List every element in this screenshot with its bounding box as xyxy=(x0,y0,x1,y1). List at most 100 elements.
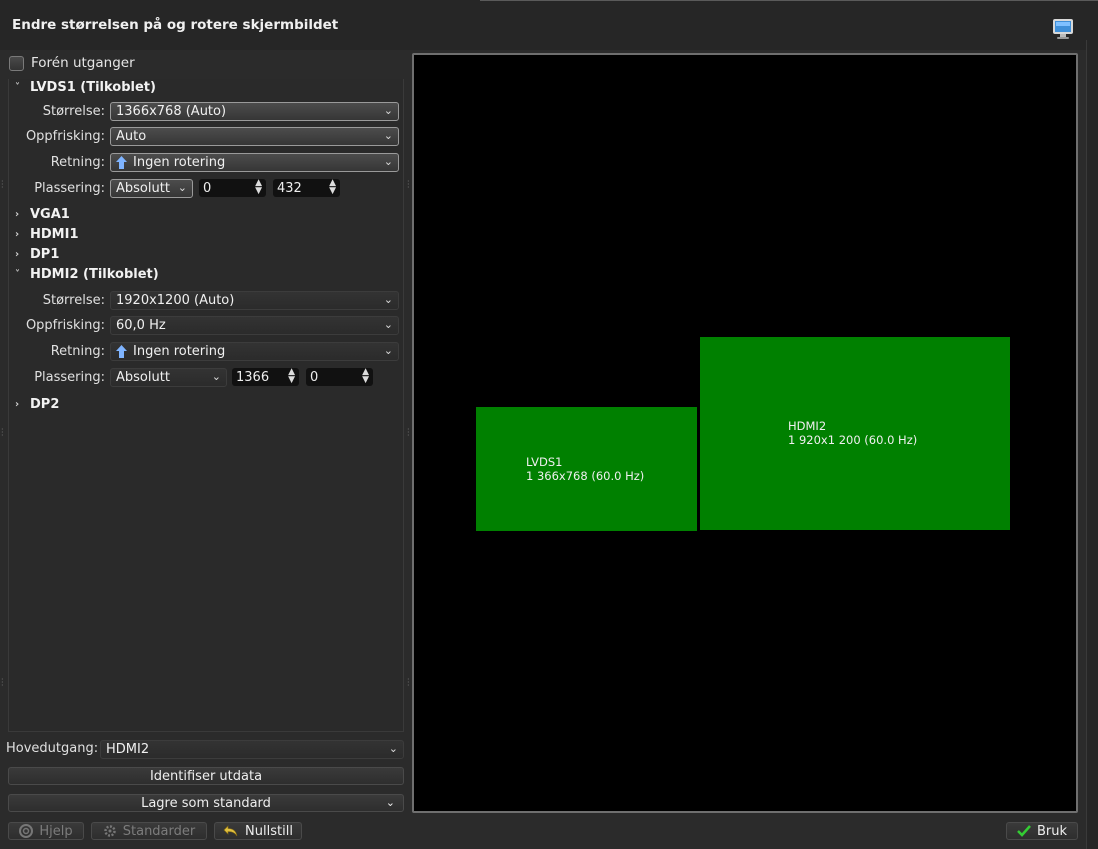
hdmi2-placement-value: Absolutt xyxy=(116,370,170,385)
output-header-dp2[interactable]: › DP2 xyxy=(15,395,59,413)
chevron-down-icon: ⌄ xyxy=(383,344,393,357)
lvds1-placement-select[interactable]: Absolutt ⌄ xyxy=(110,179,193,198)
lvds1-orientation-select[interactable]: Ingen rotering ⌄ xyxy=(110,153,399,172)
hdmi2-orientation-value: Ingen rotering xyxy=(133,344,226,359)
lvds1-refresh-select[interactable]: Auto ⌄ xyxy=(110,127,399,146)
resize-handle[interactable]: · · · xyxy=(407,178,410,192)
placement-label: Plassering: xyxy=(34,370,105,385)
output-name: VGA1 xyxy=(30,206,70,222)
output-name: LVDS1 (Tilkoblet) xyxy=(30,79,156,95)
primary-output-select[interactable]: HDMI2 ⌄ xyxy=(100,740,404,759)
lvds1-pos-x-spinbox[interactable]: 0 ▲ ▼ xyxy=(199,179,266,197)
lvds1-refresh-value: Auto xyxy=(116,129,147,144)
resize-handle[interactable]: · · · xyxy=(407,676,410,690)
resize-handle[interactable]: · · · xyxy=(1,426,4,440)
output-name: DP2 xyxy=(30,396,60,412)
outputs-tree: ˅ LVDS1 (Tilkoblet) Størrelse: 1366x768 … xyxy=(8,79,404,732)
screen-name: HDMI2 xyxy=(788,419,827,433)
refresh-label: Oppfrisking: xyxy=(25,318,105,333)
chevron-right-icon: › xyxy=(15,248,20,260)
defaults-label: Standarder xyxy=(122,823,196,839)
identify-outputs-button[interactable]: Identifiser utdata xyxy=(8,767,404,785)
screen-hdmi2[interactable]: HDMI2 1 920x1 200 (60.0 Hz) xyxy=(700,337,1010,530)
lvds1-orientation-value: Ingen rotering xyxy=(133,155,226,170)
help-label: Hjelp xyxy=(39,823,73,839)
chevron-down-icon: ⌄ xyxy=(388,742,398,755)
lvds1-pos-y-value: 432 xyxy=(277,180,302,196)
save-as-default-button[interactable]: Lagre som standard ⌄ xyxy=(8,794,404,812)
chevron-down-icon: ⌄ xyxy=(383,293,393,306)
output-header-dp1[interactable]: › DP1 xyxy=(15,245,59,263)
spin-arrows-icon[interactable]: ▲ ▼ xyxy=(362,368,369,385)
chevron-down-icon: ⌄ xyxy=(211,370,221,383)
output-header-hdmi2[interactable]: ˅ HDMI2 (Tilkoblet) xyxy=(15,265,159,283)
chevron-down-icon: ⌄ xyxy=(383,129,393,142)
defaults-button[interactable]: Standarder xyxy=(91,822,207,840)
monitor-icon xyxy=(1053,19,1073,39)
screen-name: LVDS1 xyxy=(526,455,563,469)
title-bar: Endre størrelsen på og rotere skjermbild… xyxy=(0,0,1098,50)
hdmi2-refresh-select[interactable]: 60,0 Hz ⌄ xyxy=(110,316,399,335)
hdmi2-pos-y-spinbox[interactable]: 0 ▲ ▼ xyxy=(306,368,373,386)
resize-handle[interactable]: · · · xyxy=(407,426,410,440)
scrollbar[interactable] xyxy=(1086,40,1098,849)
spin-arrows-icon[interactable]: ▲ ▼ xyxy=(288,368,295,385)
chevron-right-icon: › xyxy=(15,398,20,410)
screen-info: 1 366x768 (60.0 Hz) xyxy=(526,469,645,483)
apply-button[interactable]: Bruk xyxy=(1006,822,1078,840)
resize-handle[interactable]: · · · xyxy=(1,676,4,690)
hdmi2-refresh-value: 60,0 Hz xyxy=(116,318,166,333)
hdmi2-size-value: 1920x1200 (Auto) xyxy=(116,293,235,308)
hdmi2-pos-x-spinbox[interactable]: 1366 ▲ ▼ xyxy=(232,368,299,386)
unify-outputs-checkbox[interactable]: Forén utganger xyxy=(9,54,135,72)
chevron-down-icon: ˅ xyxy=(15,268,20,280)
gear-icon xyxy=(104,825,116,837)
reset-label: Nullstill xyxy=(245,823,293,839)
chevron-down-icon: ⌄ xyxy=(383,318,393,331)
chevron-down-icon: ⌄ xyxy=(383,155,393,168)
lvds1-pos-y-spinbox[interactable]: 432 ▲ ▼ xyxy=(273,179,340,197)
refresh-label: Oppfrisking: xyxy=(25,129,105,144)
size-label: Størrelse: xyxy=(42,104,105,119)
primary-output-label: Hovedutgang: xyxy=(6,741,99,756)
output-header-hdmi1[interactable]: › HDMI1 xyxy=(15,225,79,243)
spin-arrows-icon[interactable]: ▲ ▼ xyxy=(329,179,336,196)
size-label: Størrelse: xyxy=(42,293,105,308)
display-layout-preview[interactable]: LVDS1 1 366x768 (60.0 Hz) HDMI2 1 920x1 … xyxy=(412,53,1078,813)
spin-arrows-icon[interactable]: ▲ ▼ xyxy=(255,179,262,196)
settings-panel: Forén utganger ˅ LVDS1 (Tilkoblet) Størr… xyxy=(0,50,410,849)
lvds1-pos-x-value: 0 xyxy=(203,180,212,196)
output-header-lvds1[interactable]: ˅ LVDS1 (Tilkoblet) xyxy=(15,78,156,96)
chevron-down-icon: ⌄ xyxy=(177,181,187,194)
output-header-vga1[interactable]: › VGA1 xyxy=(15,205,70,223)
lvds1-size-value: 1366x768 (Auto) xyxy=(116,104,227,119)
identify-outputs-label: Identifiser utdata xyxy=(149,768,263,784)
orientation-label: Retning: xyxy=(50,344,105,359)
button-bar: Hjelp Standarder Nullstill Bruk xyxy=(0,818,1098,849)
undo-icon xyxy=(223,825,238,837)
arrow-up-icon xyxy=(116,345,127,358)
title-divider xyxy=(480,0,1098,1)
output-name: HDMI2 (Tilkoblet) xyxy=(30,266,159,282)
chevron-down-icon: ⌄ xyxy=(385,796,395,809)
window-title: Endre størrelsen på og rotere skjermbild… xyxy=(12,17,339,33)
help-button[interactable]: Hjelp xyxy=(8,822,84,840)
chevron-down-icon: ˅ xyxy=(15,81,20,93)
checkbox-box[interactable] xyxy=(9,55,24,71)
hdmi2-size-select[interactable]: 1920x1200 (Auto) ⌄ xyxy=(110,291,399,310)
reset-button[interactable]: Nullstill xyxy=(214,822,302,840)
lvds1-placement-value: Absolutt xyxy=(116,181,170,196)
hdmi2-pos-x-value: 1366 xyxy=(236,369,270,385)
screen-lvds1[interactable]: LVDS1 1 366x768 (60.0 Hz) xyxy=(476,407,697,531)
hdmi2-orientation-select[interactable]: Ingen rotering ⌄ xyxy=(110,342,399,361)
chevron-right-icon: › xyxy=(15,228,20,240)
orientation-label: Retning: xyxy=(50,155,105,170)
screen-info: 1 920x1 200 (60.0 Hz) xyxy=(788,433,918,447)
primary-output-value: HDMI2 xyxy=(106,742,150,757)
hdmi2-pos-y-value: 0 xyxy=(310,369,319,385)
lvds1-size-select[interactable]: 1366x768 (Auto) ⌄ xyxy=(110,102,399,121)
hdmi2-placement-select[interactable]: Absolutt ⌄ xyxy=(110,368,227,387)
resize-handle[interactable]: · · · xyxy=(1,178,4,192)
checkmark-icon xyxy=(1017,825,1031,837)
chevron-right-icon: › xyxy=(15,208,20,220)
